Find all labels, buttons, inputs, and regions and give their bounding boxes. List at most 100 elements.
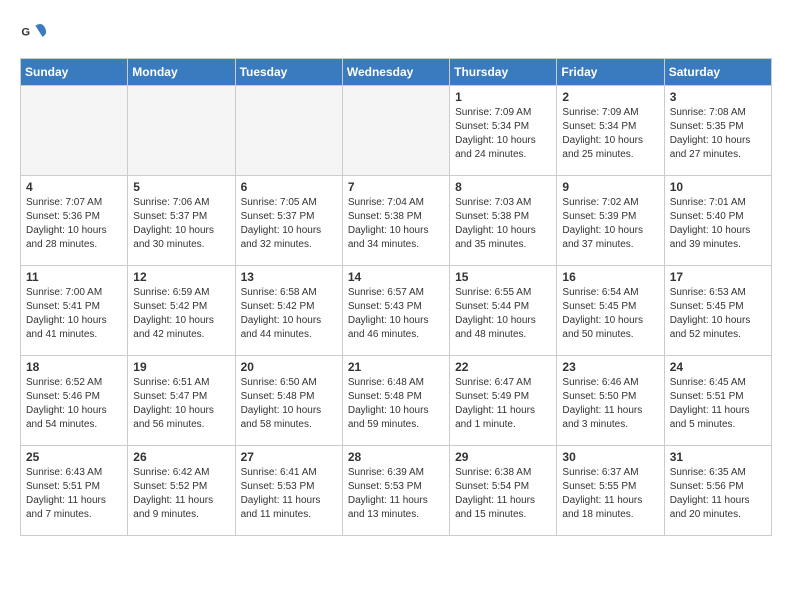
calendar-cell: 22 Sunrise: 6:47 AMSunset: 5:49 PMDaylig…	[450, 356, 557, 446]
day-info: Sunrise: 6:54 AMSunset: 5:45 PMDaylight:…	[562, 287, 643, 340]
day-info: Sunrise: 6:38 AMSunset: 5:54 PMDaylight:…	[455, 467, 535, 520]
day-number: 2	[562, 90, 658, 104]
day-number: 13	[241, 270, 337, 284]
day-info: Sunrise: 6:50 AMSunset: 5:48 PMDaylight:…	[241, 377, 322, 430]
day-info: Sunrise: 6:43 AMSunset: 5:51 PMDaylight:…	[26, 467, 106, 520]
svg-text:G: G	[21, 26, 30, 38]
day-number: 9	[562, 180, 658, 194]
day-info: Sunrise: 6:53 AMSunset: 5:45 PMDaylight:…	[670, 287, 751, 340]
day-number: 21	[348, 360, 444, 374]
day-number: 4	[26, 180, 122, 194]
day-info: Sunrise: 6:46 AMSunset: 5:50 PMDaylight:…	[562, 377, 642, 430]
page-header: G	[20, 20, 772, 48]
calendar-week-row: 4 Sunrise: 7:07 AMSunset: 5:36 PMDayligh…	[21, 176, 772, 266]
day-number: 27	[241, 450, 337, 464]
day-number: 18	[26, 360, 122, 374]
calendar-cell: 18 Sunrise: 6:52 AMSunset: 5:46 PMDaylig…	[21, 356, 128, 446]
calendar-cell: 11 Sunrise: 7:00 AMSunset: 5:41 PMDaylig…	[21, 266, 128, 356]
day-number: 23	[562, 360, 658, 374]
calendar-cell	[342, 86, 449, 176]
calendar-cell: 1 Sunrise: 7:09 AMSunset: 5:34 PMDayligh…	[450, 86, 557, 176]
column-header-monday: Monday	[128, 59, 235, 86]
day-info: Sunrise: 6:45 AMSunset: 5:51 PMDaylight:…	[670, 377, 750, 430]
day-info: Sunrise: 6:37 AMSunset: 5:55 PMDaylight:…	[562, 467, 642, 520]
calendar-cell: 20 Sunrise: 6:50 AMSunset: 5:48 PMDaylig…	[235, 356, 342, 446]
day-info: Sunrise: 7:02 AMSunset: 5:39 PMDaylight:…	[562, 197, 643, 250]
calendar-week-row: 18 Sunrise: 6:52 AMSunset: 5:46 PMDaylig…	[21, 356, 772, 446]
calendar-cell: 5 Sunrise: 7:06 AMSunset: 5:37 PMDayligh…	[128, 176, 235, 266]
day-number: 12	[133, 270, 229, 284]
day-number: 1	[455, 90, 551, 104]
day-info: Sunrise: 6:39 AMSunset: 5:53 PMDaylight:…	[348, 467, 428, 520]
day-number: 16	[562, 270, 658, 284]
column-header-sunday: Sunday	[21, 59, 128, 86]
day-number: 14	[348, 270, 444, 284]
calendar-cell: 31 Sunrise: 6:35 AMSunset: 5:56 PMDaylig…	[664, 446, 771, 536]
calendar-cell: 7 Sunrise: 7:04 AMSunset: 5:38 PMDayligh…	[342, 176, 449, 266]
day-info: Sunrise: 7:08 AMSunset: 5:35 PMDaylight:…	[670, 107, 751, 160]
day-info: Sunrise: 6:47 AMSunset: 5:49 PMDaylight:…	[455, 377, 535, 430]
day-info: Sunrise: 7:07 AMSunset: 5:36 PMDaylight:…	[26, 197, 107, 250]
day-number: 11	[26, 270, 122, 284]
day-number: 17	[670, 270, 766, 284]
day-number: 20	[241, 360, 337, 374]
column-header-saturday: Saturday	[664, 59, 771, 86]
day-info: Sunrise: 7:09 AMSunset: 5:34 PMDaylight:…	[455, 107, 536, 160]
logo: G	[20, 20, 52, 48]
calendar-cell: 13 Sunrise: 6:58 AMSunset: 5:42 PMDaylig…	[235, 266, 342, 356]
column-header-friday: Friday	[557, 59, 664, 86]
day-info: Sunrise: 7:04 AMSunset: 5:38 PMDaylight:…	[348, 197, 429, 250]
day-number: 7	[348, 180, 444, 194]
day-info: Sunrise: 7:01 AMSunset: 5:40 PMDaylight:…	[670, 197, 751, 250]
calendar-cell	[235, 86, 342, 176]
calendar-body: 1 Sunrise: 7:09 AMSunset: 5:34 PMDayligh…	[21, 86, 772, 536]
calendar-week-row: 25 Sunrise: 6:43 AMSunset: 5:51 PMDaylig…	[21, 446, 772, 536]
calendar-cell: 16 Sunrise: 6:54 AMSunset: 5:45 PMDaylig…	[557, 266, 664, 356]
day-info: Sunrise: 6:58 AMSunset: 5:42 PMDaylight:…	[241, 287, 322, 340]
day-info: Sunrise: 6:52 AMSunset: 5:46 PMDaylight:…	[26, 377, 107, 430]
calendar-cell: 25 Sunrise: 6:43 AMSunset: 5:51 PMDaylig…	[21, 446, 128, 536]
day-number: 8	[455, 180, 551, 194]
day-number: 25	[26, 450, 122, 464]
calendar-cell: 6 Sunrise: 7:05 AMSunset: 5:37 PMDayligh…	[235, 176, 342, 266]
day-number: 30	[562, 450, 658, 464]
calendar-cell	[128, 86, 235, 176]
day-info: Sunrise: 6:41 AMSunset: 5:53 PMDaylight:…	[241, 467, 321, 520]
day-info: Sunrise: 7:03 AMSunset: 5:38 PMDaylight:…	[455, 197, 536, 250]
calendar-cell: 19 Sunrise: 6:51 AMSunset: 5:47 PMDaylig…	[128, 356, 235, 446]
calendar-cell: 27 Sunrise: 6:41 AMSunset: 5:53 PMDaylig…	[235, 446, 342, 536]
day-number: 15	[455, 270, 551, 284]
calendar-week-row: 1 Sunrise: 7:09 AMSunset: 5:34 PMDayligh…	[21, 86, 772, 176]
day-info: Sunrise: 6:59 AMSunset: 5:42 PMDaylight:…	[133, 287, 214, 340]
day-info: Sunrise: 7:06 AMSunset: 5:37 PMDaylight:…	[133, 197, 214, 250]
calendar-cell	[21, 86, 128, 176]
calendar-cell: 3 Sunrise: 7:08 AMSunset: 5:35 PMDayligh…	[664, 86, 771, 176]
calendar-cell: 4 Sunrise: 7:07 AMSunset: 5:36 PMDayligh…	[21, 176, 128, 266]
column-header-thursday: Thursday	[450, 59, 557, 86]
day-info: Sunrise: 7:00 AMSunset: 5:41 PMDaylight:…	[26, 287, 107, 340]
day-info: Sunrise: 6:48 AMSunset: 5:48 PMDaylight:…	[348, 377, 429, 430]
calendar-cell: 14 Sunrise: 6:57 AMSunset: 5:43 PMDaylig…	[342, 266, 449, 356]
calendar-cell: 15 Sunrise: 6:55 AMSunset: 5:44 PMDaylig…	[450, 266, 557, 356]
calendar-cell: 8 Sunrise: 7:03 AMSunset: 5:38 PMDayligh…	[450, 176, 557, 266]
day-number: 10	[670, 180, 766, 194]
day-number: 29	[455, 450, 551, 464]
day-number: 6	[241, 180, 337, 194]
calendar-cell: 21 Sunrise: 6:48 AMSunset: 5:48 PMDaylig…	[342, 356, 449, 446]
day-info: Sunrise: 7:09 AMSunset: 5:34 PMDaylight:…	[562, 107, 643, 160]
calendar-cell: 23 Sunrise: 6:46 AMSunset: 5:50 PMDaylig…	[557, 356, 664, 446]
day-info: Sunrise: 7:05 AMSunset: 5:37 PMDaylight:…	[241, 197, 322, 250]
calendar-cell: 2 Sunrise: 7:09 AMSunset: 5:34 PMDayligh…	[557, 86, 664, 176]
day-number: 31	[670, 450, 766, 464]
calendar-header-row: SundayMondayTuesdayWednesdayThursdayFrid…	[21, 59, 772, 86]
column-header-tuesday: Tuesday	[235, 59, 342, 86]
calendar-cell: 12 Sunrise: 6:59 AMSunset: 5:42 PMDaylig…	[128, 266, 235, 356]
calendar-cell: 30 Sunrise: 6:37 AMSunset: 5:55 PMDaylig…	[557, 446, 664, 536]
column-header-wednesday: Wednesday	[342, 59, 449, 86]
day-info: Sunrise: 6:51 AMSunset: 5:47 PMDaylight:…	[133, 377, 214, 430]
day-number: 5	[133, 180, 229, 194]
day-number: 28	[348, 450, 444, 464]
calendar-week-row: 11 Sunrise: 7:00 AMSunset: 5:41 PMDaylig…	[21, 266, 772, 356]
calendar-cell: 28 Sunrise: 6:39 AMSunset: 5:53 PMDaylig…	[342, 446, 449, 536]
day-number: 19	[133, 360, 229, 374]
